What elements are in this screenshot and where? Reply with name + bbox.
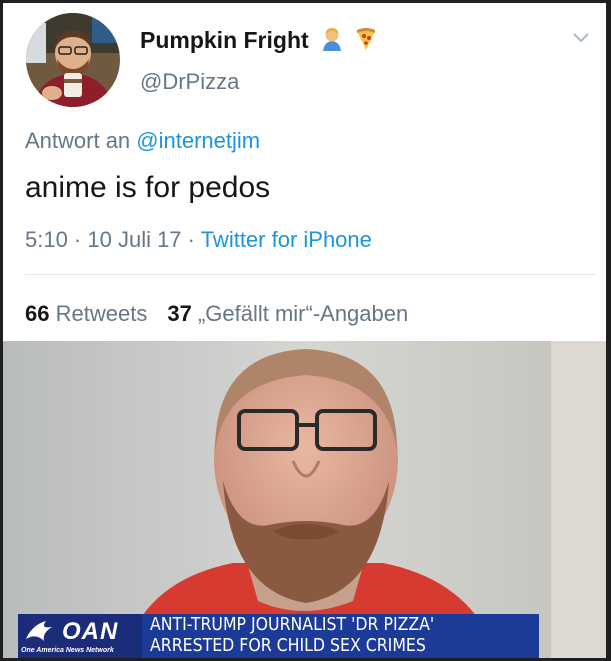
- oan-logo: OAN One America News Network: [18, 614, 142, 658]
- chevron-down-icon[interactable]: [571, 31, 591, 45]
- user-handle[interactable]: @DrPizza: [140, 69, 239, 95]
- logo-subtext: One America News Network: [21, 647, 114, 654]
- eagle-logo-icon: [26, 621, 52, 641]
- likes-stat[interactable]: 37 „Gefällt mir“-Angaben: [167, 301, 408, 326]
- logo-text: OAN: [62, 618, 119, 645]
- reply-prefix: Antwort an: [25, 128, 131, 153]
- divider: [25, 274, 595, 275]
- tweet-text: anime is for pedos: [25, 171, 271, 204]
- tweet-stats: 66 Retweets 37 „Gefällt mir“-Angaben: [25, 301, 408, 327]
- retweets-label: Retweets: [55, 301, 148, 326]
- tweet-card: Pumpkin Fright @DrPizza Antwort an @inte…: [3, 3, 606, 341]
- avatar-image: [26, 13, 120, 107]
- man-emoji-icon: [321, 27, 343, 57]
- reply-mention-link[interactable]: @internetjim: [136, 128, 260, 153]
- news-headline: ANTI-TRUMP JOURNALIST 'DR PIZZA' ARRESTE…: [142, 614, 539, 658]
- tweet-source-link[interactable]: Twitter for iPhone: [201, 227, 372, 252]
- reply-context: Antwort an @internetjim: [25, 128, 260, 154]
- news-photo: [3, 341, 606, 658]
- pizza-emoji-icon: [355, 27, 377, 57]
- likes-count: 37: [167, 301, 192, 326]
- headline-line-1: ANTI-TRUMP JOURNALIST 'DR PIZZA': [150, 615, 435, 635]
- tweet-timestamp[interactable]: 5:10 · 10 Juli 17 ·: [25, 227, 201, 252]
- retweets-stat[interactable]: 66 Retweets: [25, 301, 147, 326]
- headline-line-2: ARRESTED FOR CHILD SEX CRIMES: [150, 636, 426, 656]
- screenshot-frame: Pumpkin Fright @DrPizza Antwort an @inte…: [3, 3, 606, 658]
- mugshot-image: [3, 341, 606, 658]
- avatar[interactable]: [26, 13, 120, 107]
- display-name[interactable]: Pumpkin Fright: [140, 27, 377, 57]
- likes-label: „Gefällt mir“-Angaben: [197, 301, 409, 326]
- retweets-count: 66: [25, 301, 50, 326]
- tweet-meta: 5:10 · 10 Juli 17 · Twitter for iPhone: [25, 227, 372, 253]
